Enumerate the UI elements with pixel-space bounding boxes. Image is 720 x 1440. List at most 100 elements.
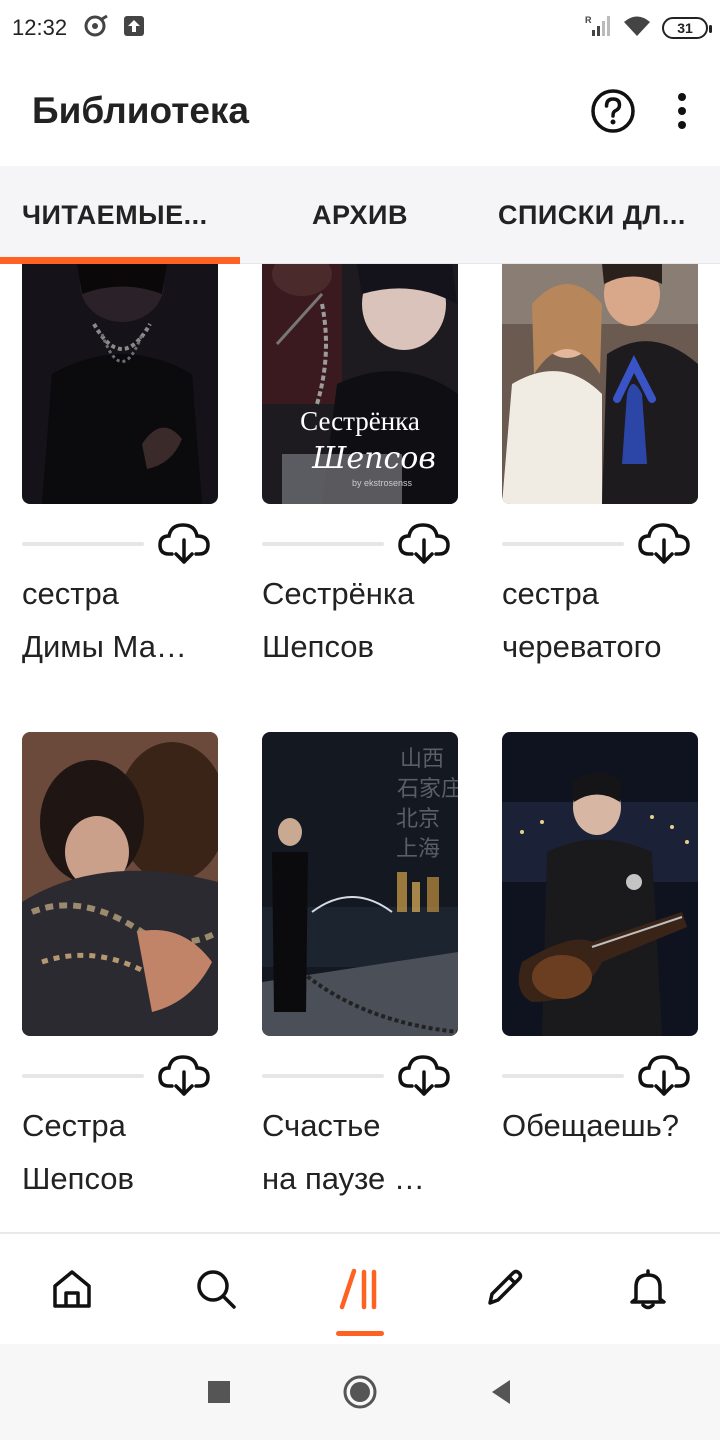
- search-icon: [197, 1270, 236, 1309]
- reading-progress-bar: [22, 542, 144, 546]
- page-title: Библиотека: [32, 90, 249, 131]
- signal-roaming-label: R: [585, 15, 592, 25]
- book-card[interactable]: 山西 石家庄 北京 上海 Счастье на паузе …: [262, 732, 458, 1196]
- back-triangle-icon: [492, 1380, 510, 1404]
- tab-label: ЧИТАЕМЫЕ...: [22, 199, 208, 230]
- nav-library[interactable]: [288, 1234, 432, 1344]
- book-title[interactable]: Сестра Шепсов: [22, 1099, 232, 1205]
- book-cover[interactable]: [22, 732, 218, 1036]
- book-title[interactable]: Обещаешь?: [502, 1099, 712, 1152]
- home-circle-icon: [343, 1375, 377, 1409]
- nav-write[interactable]: [432, 1234, 576, 1344]
- recents-button[interactable]: [206, 1379, 232, 1405]
- wifi-icon: [622, 14, 652, 43]
- book-card[interactable]: сестра череватого: [502, 264, 698, 664]
- upload-notification-icon: [123, 15, 145, 42]
- system-nav-bar: [0, 1344, 720, 1440]
- book-card[interactable]: Сестра Шепсов: [22, 732, 218, 1196]
- book-title-line: Шепсов: [22, 1161, 134, 1196]
- home-icon: [53, 1270, 91, 1308]
- nav-search[interactable]: [144, 1234, 288, 1344]
- cover-script-text: Шепсов: [311, 441, 436, 476]
- cover-credit-text: by ekstrosenss: [352, 478, 413, 488]
- book-title-line: Счастье: [262, 1108, 381, 1143]
- download-button[interactable]: [638, 520, 690, 566]
- cover-overlay-text: 北京: [396, 807, 440, 832]
- tab-label: СПИСКИ ДЛ...: [498, 199, 686, 230]
- back-button[interactable]: [488, 1378, 514, 1406]
- help-button[interactable]: [590, 88, 636, 134]
- tab-archive[interactable]: АРХИВ: [240, 166, 480, 264]
- book-title-line: Обещаешь?: [502, 1108, 680, 1143]
- more-vert-icon: [678, 93, 686, 129]
- status-time: 12:32: [12, 15, 68, 40]
- book-card[interactable]: сестра Димы Ма…: [22, 264, 218, 664]
- status-system-icons: R 31: [584, 14, 712, 43]
- download-cloud-icon: [398, 523, 450, 564]
- book-progress-row: [502, 520, 698, 566]
- book-progress-row: [22, 520, 218, 566]
- cover-title-text: Сестрёнка: [300, 406, 420, 436]
- tab-reading[interactable]: ЧИТАЕМЫЕ...: [0, 166, 240, 264]
- reading-progress-bar: [262, 542, 384, 546]
- download-cloud-icon: [638, 523, 690, 564]
- book-cover[interactable]: [502, 264, 698, 504]
- book-title-line: Сестра: [22, 1108, 126, 1143]
- cover-overlay-text: 山西: [400, 747, 444, 772]
- download-button[interactable]: [398, 1052, 450, 1098]
- reading-progress-bar: [502, 1074, 624, 1078]
- tab-label: АРХИВ: [312, 199, 408, 230]
- download-button[interactable]: [398, 520, 450, 566]
- book-title[interactable]: Сестрёнка Шепсов: [262, 567, 472, 673]
- nav-notifications[interactable]: [576, 1234, 720, 1344]
- header-actions: [590, 88, 688, 134]
- download-cloud-icon: [398, 1055, 450, 1096]
- tab-reading-lists[interactable]: СПИСКИ ДЛ...: [480, 166, 720, 264]
- bell-icon: [630, 1269, 666, 1310]
- download-button[interactable]: [158, 520, 210, 566]
- recents-square-icon: [208, 1381, 230, 1403]
- book-title[interactable]: сестра череватого: [502, 567, 712, 673]
- nav-home[interactable]: [0, 1234, 144, 1344]
- battery-level: 31: [677, 20, 693, 36]
- battery-icon: 31: [662, 17, 712, 39]
- book-progress-row: [22, 1052, 218, 1098]
- reading-progress-bar: [502, 542, 624, 546]
- book-cover[interactable]: [502, 732, 698, 1036]
- active-tab-indicator: [0, 257, 240, 264]
- more-options-button[interactable]: [676, 91, 688, 131]
- write-icon: [488, 1269, 523, 1305]
- book-title-line: Сестрёнка: [262, 576, 415, 611]
- messenger-notification-icon: [83, 14, 109, 43]
- book-title-line: на паузе …: [262, 1161, 425, 1196]
- book-title-line: Димы Ма…: [22, 629, 187, 664]
- app-header: Библиотека: [0, 56, 720, 166]
- book-card[interactable]: Сестрёнка Шепсов by ekstrosenss Сестрёнк…: [262, 264, 458, 664]
- library-tabs: ЧИТАЕМЫЕ... АРХИВ СПИСКИ ДЛ...: [0, 166, 720, 264]
- book-card[interactable]: Обещаешь?: [502, 732, 698, 1143]
- book-grid: сестра Димы Ма… Сестрёнка Шепсов by ekst…: [0, 264, 720, 1232]
- book-title-line: Шепсов: [262, 629, 374, 664]
- download-cloud-icon: [158, 523, 210, 564]
- reading-progress-bar: [262, 1074, 384, 1078]
- download-cloud-icon: [638, 1055, 690, 1096]
- nav-active-indicator: [336, 1331, 384, 1336]
- book-cover[interactable]: [22, 264, 218, 504]
- help-icon: [591, 89, 635, 133]
- download-button[interactable]: [638, 1052, 690, 1098]
- cover-overlay-text: 石家庄: [397, 777, 458, 802]
- book-title-line: череватого: [502, 629, 662, 664]
- download-button[interactable]: [158, 1052, 210, 1098]
- book-title-line: сестра: [22, 576, 119, 611]
- book-cover[interactable]: 山西 石家庄 北京 上海: [262, 732, 458, 1036]
- download-cloud-icon: [158, 1055, 210, 1096]
- book-title[interactable]: сестра Димы Ма…: [22, 567, 232, 673]
- bottom-nav: [0, 1232, 720, 1344]
- book-progress-row: [502, 1052, 698, 1098]
- status-notification-icons: [83, 14, 145, 43]
- cover-overlay-text: 上海: [396, 837, 440, 862]
- book-cover[interactable]: Сестрёнка Шепсов by ekstrosenss: [262, 264, 458, 504]
- book-title[interactable]: Счастье на паузе …: [262, 1099, 472, 1205]
- signal-icon: R: [584, 14, 612, 43]
- home-system-button[interactable]: [342, 1374, 378, 1410]
